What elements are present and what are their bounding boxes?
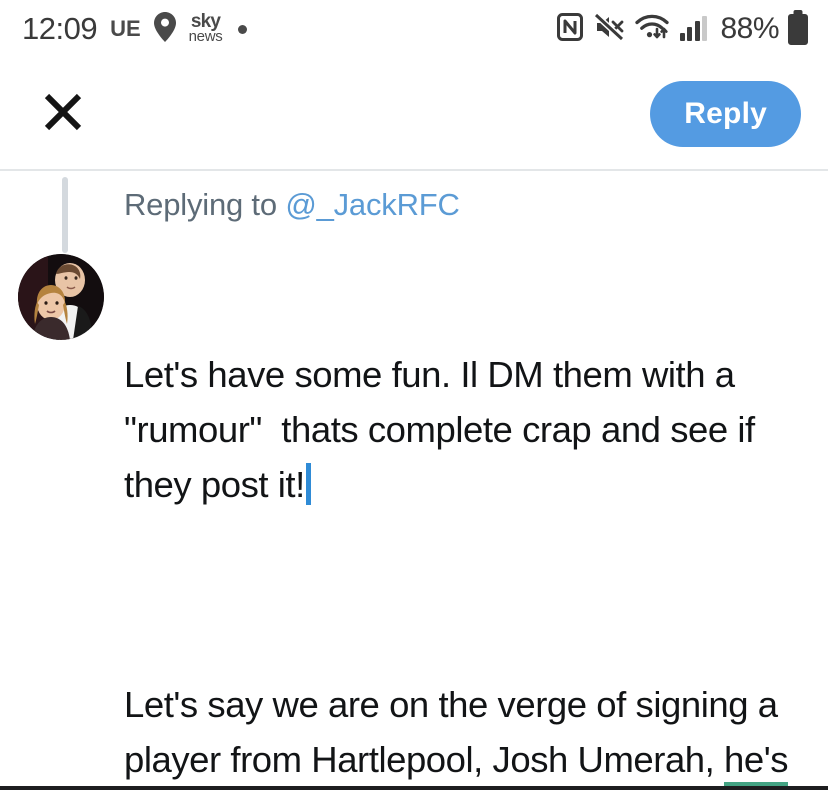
replying-to-handle[interactable]: @_JackRFC bbox=[285, 187, 460, 222]
compose-reply-screen: 12:09 UE sky news 88% Reply Replying to … bbox=[0, 0, 828, 790]
status-bar-left: 12:09 UE sky news bbox=[22, 11, 248, 47]
status-clock: 12:09 bbox=[22, 11, 98, 46]
bottom-edge-bar bbox=[0, 786, 828, 790]
replying-to-prefix: Replying to bbox=[124, 187, 286, 222]
reply-button[interactable]: Reply bbox=[650, 81, 801, 147]
more-notifications-dot bbox=[238, 24, 248, 34]
compose-paragraph-1: Let's have some fun. Il DM them with a "… bbox=[124, 347, 808, 512]
battery-percent-label: 88% bbox=[720, 12, 779, 45]
spellcheck-suggestion-1[interactable]: he's bbox=[724, 739, 789, 786]
compose-paragraph-2: Let's say we are on the verge of signing… bbox=[124, 677, 808, 790]
compose-body: Replying to @_JackRFC Let's have some fu… bbox=[0, 171, 828, 786]
avatar[interactable] bbox=[18, 254, 104, 340]
mute-icon bbox=[593, 12, 624, 46]
wifi-icon bbox=[635, 13, 669, 46]
compose-header: Reply bbox=[0, 58, 828, 170]
nfc-icon bbox=[556, 12, 583, 46]
sky-logo-line2: news bbox=[188, 27, 223, 45]
compose-column: Replying to @_JackRFC Let's have some fu… bbox=[124, 187, 808, 790]
cellular-signal-icon bbox=[679, 16, 708, 41]
close-x-icon bbox=[41, 90, 85, 139]
status-bar: 12:09 UE sky news 88% bbox=[0, 0, 828, 58]
location-pin-icon bbox=[153, 11, 176, 47]
status-bar-right: 88% bbox=[556, 12, 808, 46]
battery-icon bbox=[788, 13, 808, 45]
status-carrier-label: UE bbox=[110, 16, 141, 41]
close-button[interactable] bbox=[36, 87, 90, 141]
text-caret bbox=[305, 463, 311, 505]
thread-connector-line bbox=[62, 177, 68, 253]
replying-to-label: Replying to @_JackRFC bbox=[124, 187, 808, 223]
compose-paragraph-1-text: Let's have some fun. Il DM them with a "… bbox=[124, 354, 765, 505]
compose-paragraph-2-text-a: Let's say we are on the verge of signing… bbox=[124, 684, 788, 780]
sky-news-notification-icon: sky news bbox=[188, 12, 223, 45]
compose-textarea[interactable]: Let's have some fun. Il DM them with a "… bbox=[124, 237, 808, 790]
